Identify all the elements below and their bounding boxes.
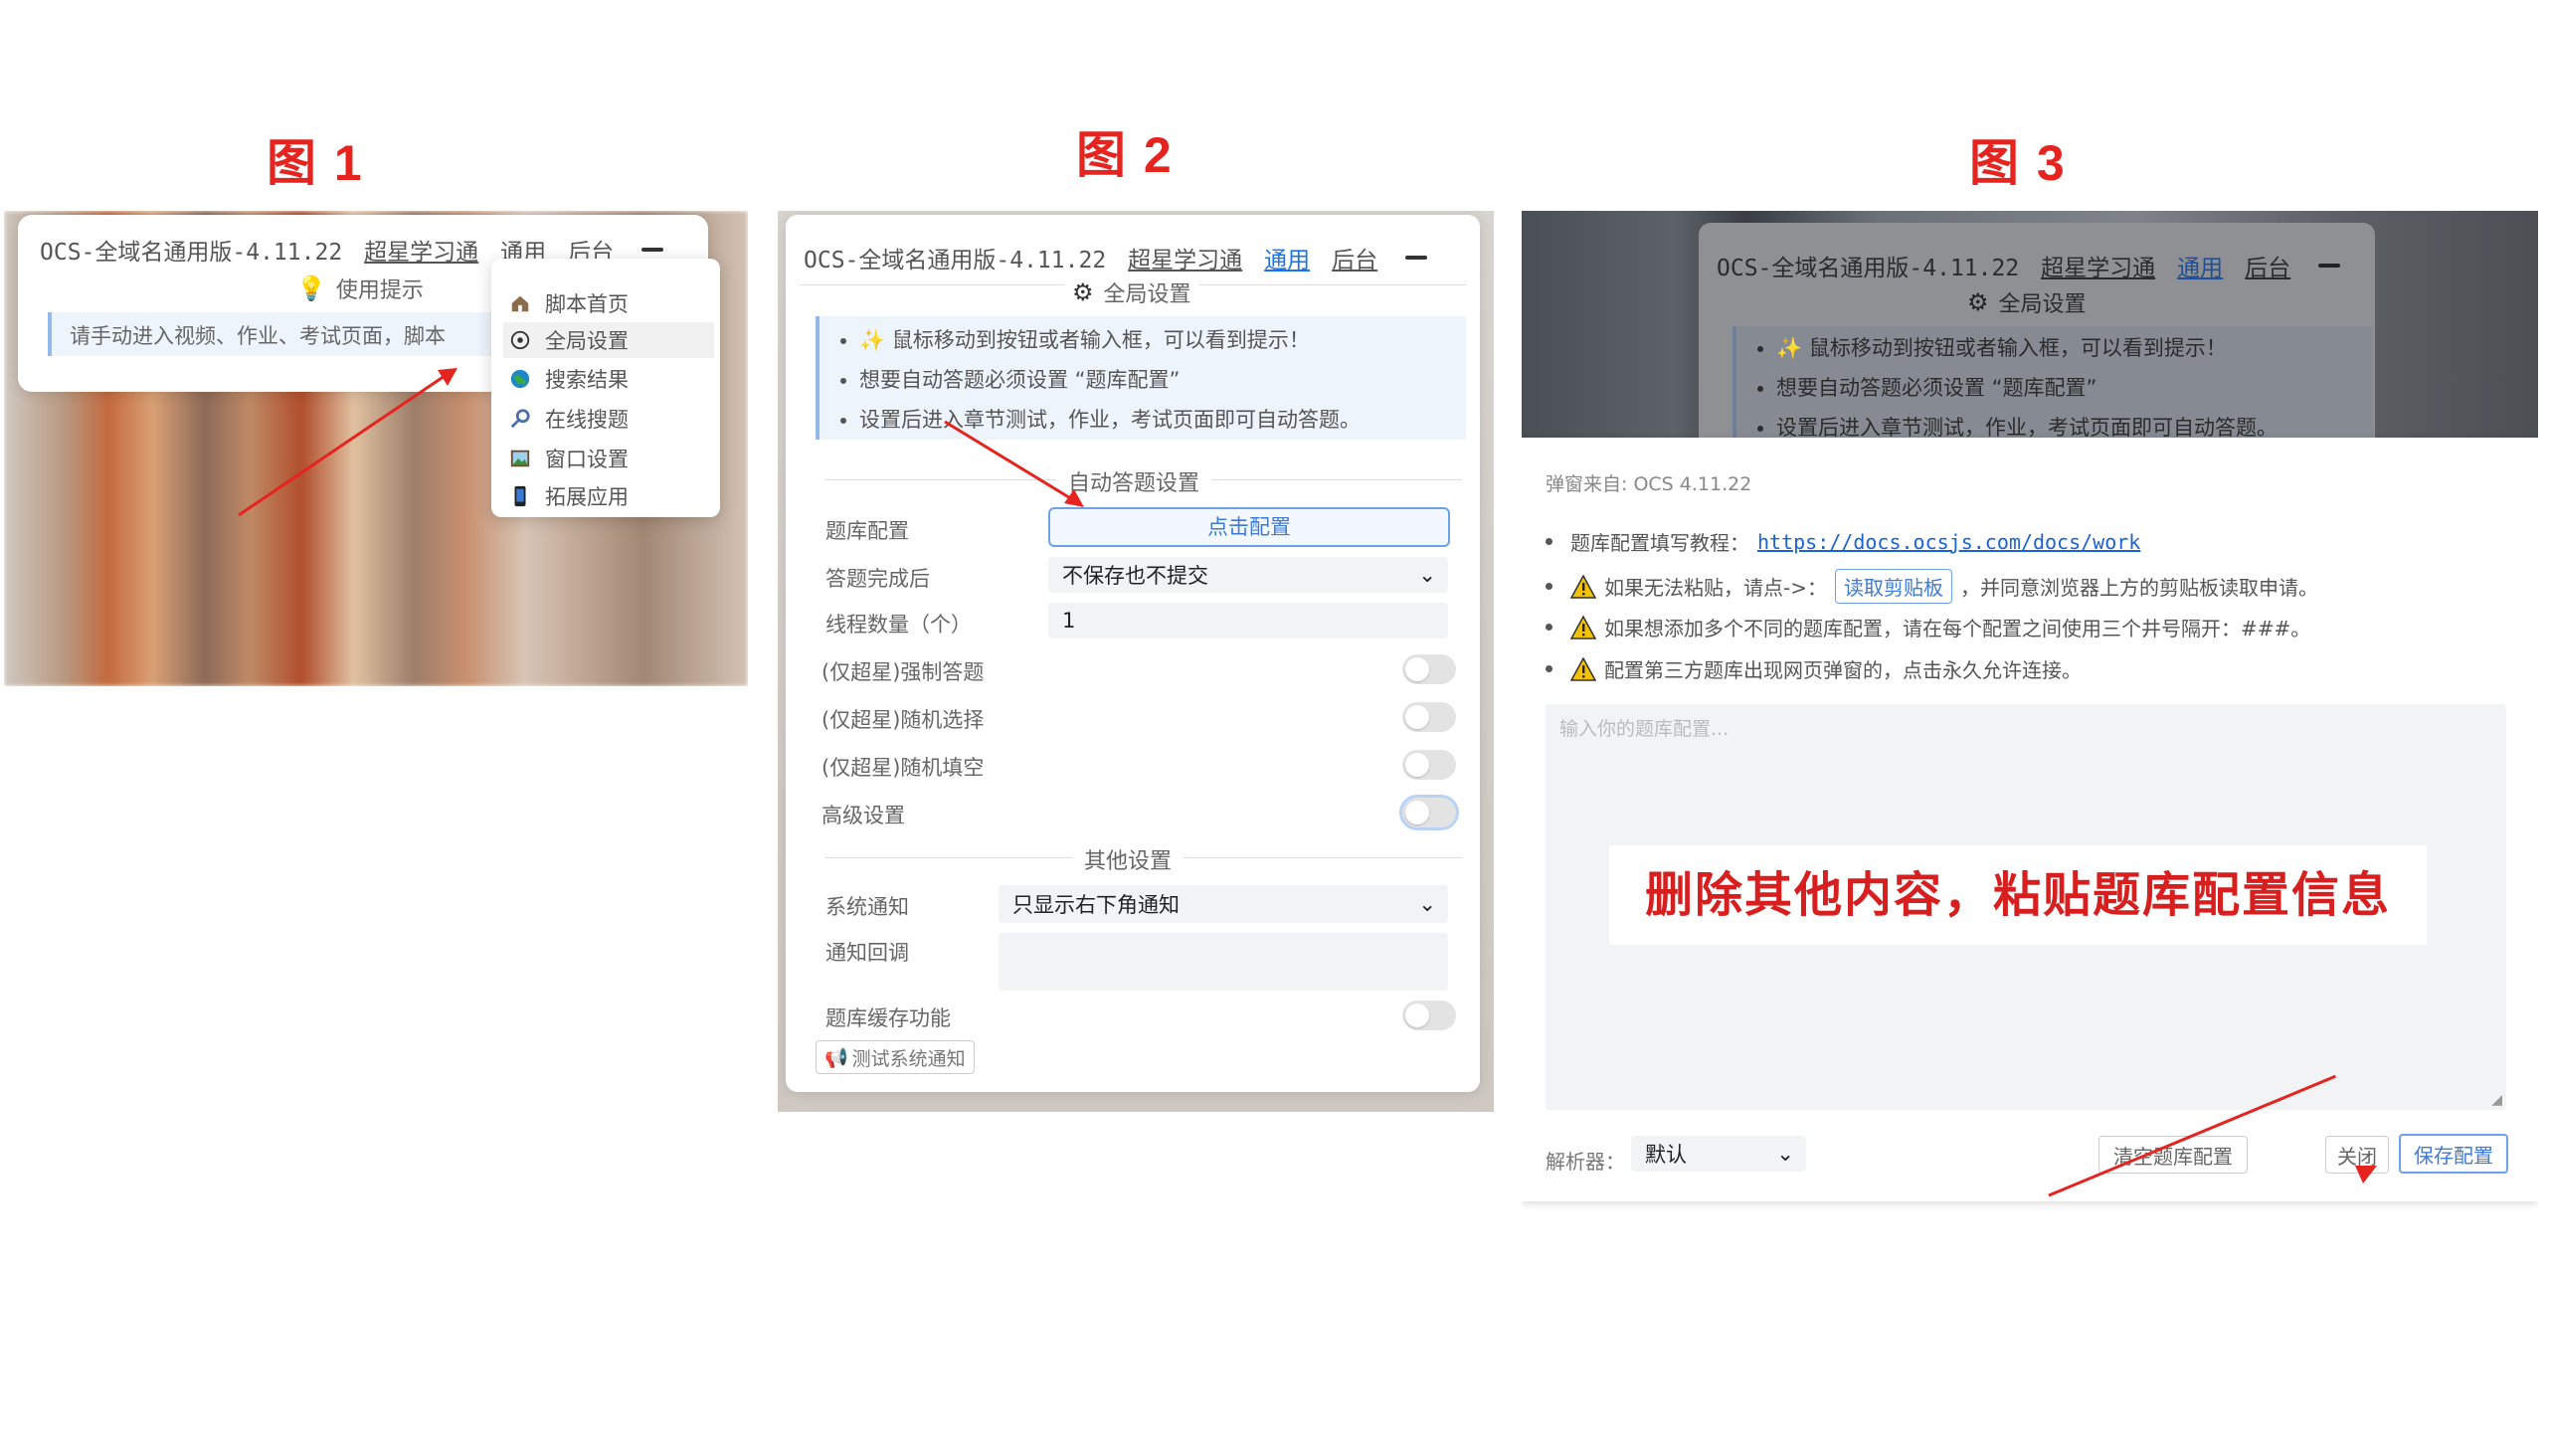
figure-3-screenshot: OCS-全域名通用版-4.11.22 超星学习通 通用 后台 ⚙ 全局设置 ✨ … [1522,211,2538,1215]
annotation-arrow-1 [238,368,457,517]
annotation-arrow-3 [2048,1074,2377,1197]
figure-1-label: 图 1 [267,135,364,191]
figure-3-label: 图 3 [1969,135,2067,191]
figure-1-screenshot: OCS-全域名通用版-4.11.22 超星学习通 通用 后台 💡 使用提示 请手… [4,211,748,686]
figure-2-screenshot: OCS-全域名通用版-4.11.22 超星学习通 通用 后台 ⚙ 全局设置 ✨ … [778,211,1494,1112]
annotation-arrow-2 [944,420,1084,507]
figure-2-label: 图 2 [1076,127,1174,183]
